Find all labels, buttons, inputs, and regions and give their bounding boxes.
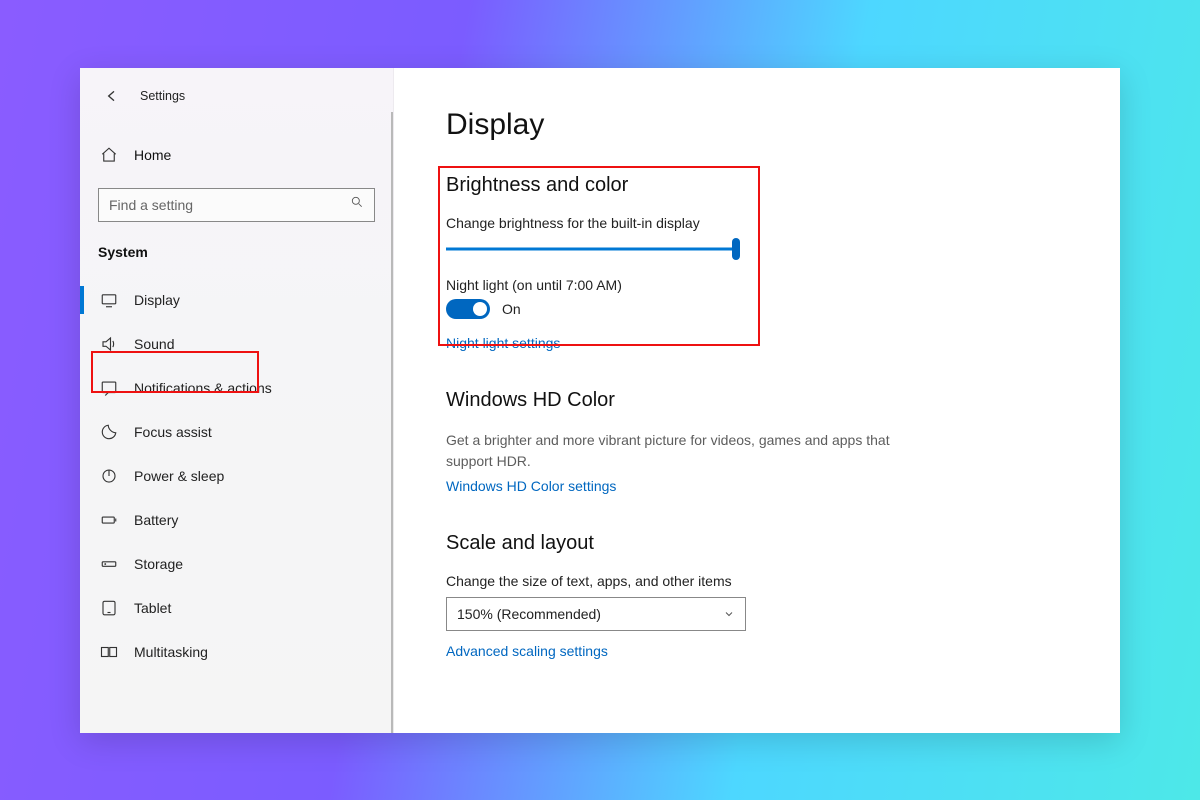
sidebar-item-sound[interactable]: Sound xyxy=(80,322,393,366)
arrow-left-icon xyxy=(104,88,120,104)
scale-change-label: Change the size of text, apps, and other… xyxy=(446,573,1068,589)
sidebar-item-notifications[interactable]: Notifications & actions xyxy=(80,366,393,410)
scale-layout-group: Scale and layout Change the size of text… xyxy=(446,532,1068,661)
sidebar-item-label: Tablet xyxy=(134,600,171,616)
search-box[interactable] xyxy=(98,188,375,222)
sidebar-item-label: Notifications & actions xyxy=(134,380,272,396)
slider-thumb[interactable] xyxy=(732,238,740,260)
multitasking-icon xyxy=(98,643,120,661)
sidebar-item-display[interactable]: Display xyxy=(80,278,393,322)
sidebar-item-focus-assist[interactable]: Focus assist xyxy=(80,410,393,454)
category-label: System xyxy=(80,222,393,268)
toggle-state-label: On xyxy=(502,301,521,317)
focus-assist-icon xyxy=(98,423,120,441)
home-icon xyxy=(98,146,120,164)
sidebar-item-label: Multitasking xyxy=(134,644,208,660)
window-title: Settings xyxy=(140,89,185,103)
hd-color-description: Get a brighter and more vibrant picture … xyxy=(446,430,926,472)
scale-select[interactable]: 150% (Recommended) xyxy=(446,597,746,631)
brightness-slider[interactable] xyxy=(446,237,736,261)
sidebar-item-tablet[interactable]: Tablet xyxy=(80,586,393,630)
brightness-heading: Brightness and color xyxy=(446,174,1068,197)
hd-color-group: Windows HD Color Get a brighter and more… xyxy=(446,389,1068,496)
battery-icon xyxy=(98,511,120,529)
brightness-slider-label: Change brightness for the built-in displ… xyxy=(446,215,1068,231)
chevron-down-icon xyxy=(723,608,735,620)
sidebar-item-storage[interactable]: Storage xyxy=(80,542,393,586)
search-wrap xyxy=(80,174,393,222)
display-icon xyxy=(98,291,120,309)
sidebar-item-label: Sound xyxy=(134,336,174,352)
settings-window: Settings Home System Display xyxy=(80,68,1120,733)
tablet-icon xyxy=(98,599,120,617)
sidebar-scrollbar[interactable] xyxy=(391,112,393,733)
storage-icon xyxy=(98,555,120,573)
sidebar: Settings Home System Display xyxy=(80,68,394,733)
sidebar-item-label: Focus assist xyxy=(134,424,212,440)
main-content: Display Brightness and color Change brig… xyxy=(394,68,1120,733)
scale-heading: Scale and layout xyxy=(446,532,1068,555)
notifications-icon xyxy=(98,379,120,397)
sidebar-home-label: Home xyxy=(134,147,171,163)
sidebar-item-power-sleep[interactable]: Power & sleep xyxy=(80,454,393,498)
power-icon xyxy=(98,467,120,485)
back-button[interactable] xyxy=(98,82,126,110)
page-title: Display xyxy=(446,108,1068,142)
sidebar-item-label: Display xyxy=(134,292,180,308)
hd-color-heading: Windows HD Color xyxy=(446,389,1068,412)
topbar: Settings xyxy=(80,68,393,120)
hd-color-settings-link[interactable]: Windows HD Color settings xyxy=(446,478,616,494)
sidebar-home[interactable]: Home xyxy=(80,136,393,174)
night-light-toggle-row: On xyxy=(446,299,1068,319)
nav-list: Display Sound Notifications & actions Fo… xyxy=(80,278,393,674)
night-light-toggle[interactable] xyxy=(446,299,490,319)
advanced-scaling-link[interactable]: Advanced scaling settings xyxy=(446,643,608,659)
night-light-settings-link[interactable]: Night light settings xyxy=(446,335,560,351)
sidebar-item-battery[interactable]: Battery xyxy=(80,498,393,542)
slider-track xyxy=(446,247,736,250)
search-input[interactable] xyxy=(109,197,350,213)
sidebar-item-label: Power & sleep xyxy=(134,468,224,484)
toggle-knob xyxy=(473,302,487,316)
sound-icon xyxy=(98,335,120,353)
sidebar-item-multitasking[interactable]: Multitasking xyxy=(80,630,393,674)
sidebar-item-label: Battery xyxy=(134,512,178,528)
sidebar-item-label: Storage xyxy=(134,556,183,572)
search-icon xyxy=(350,195,364,214)
scale-select-value: 150% (Recommended) xyxy=(457,606,601,622)
brightness-color-group: Brightness and color Change brightness f… xyxy=(446,172,1068,353)
night-light-label: Night light (on until 7:00 AM) xyxy=(446,277,1068,293)
